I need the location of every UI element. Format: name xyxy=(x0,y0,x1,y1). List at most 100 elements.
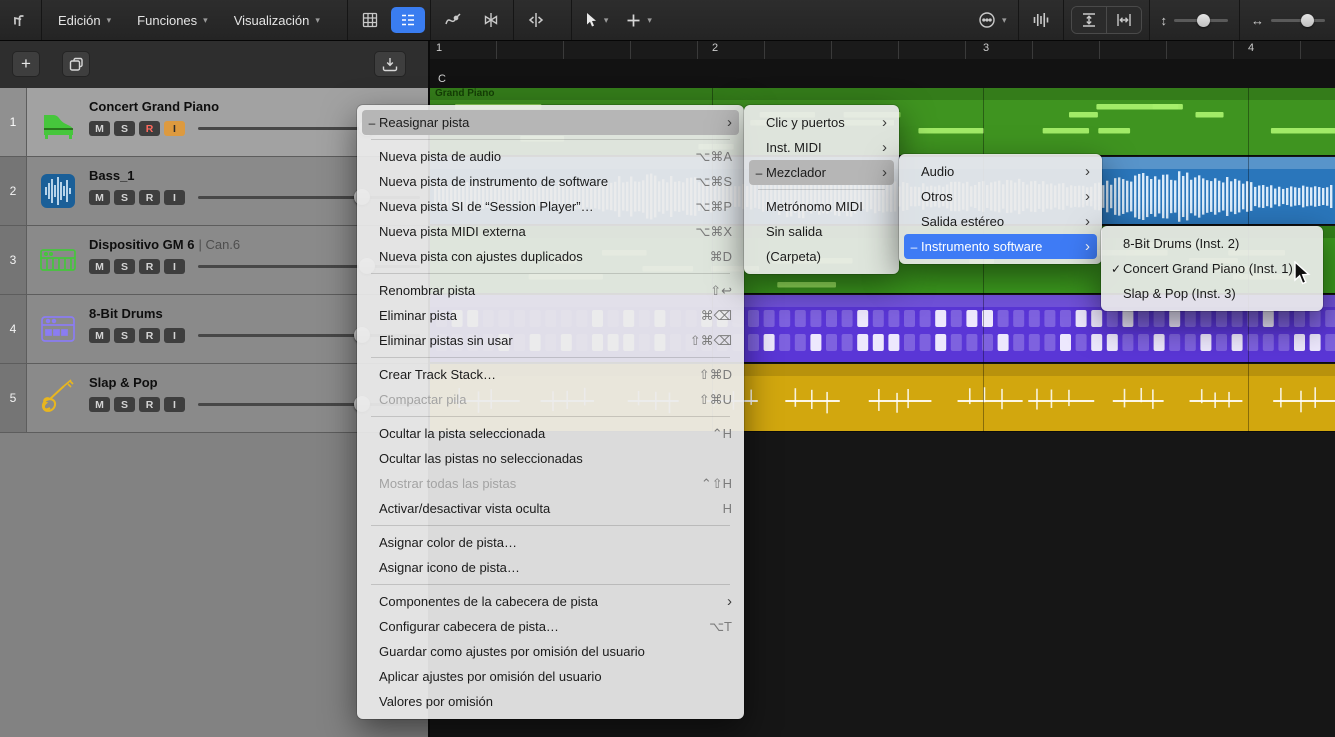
menu-item[interactable]: Crear Track Stack…⇧⌘D xyxy=(362,362,739,387)
mute-button[interactable]: M xyxy=(89,397,110,412)
menu-item-label: Inst. MIDI xyxy=(766,140,872,155)
track-channel-detail: | Can.6 xyxy=(198,237,240,252)
menu-item[interactable]: –Mezclador› xyxy=(749,160,894,185)
waveform-zoom-icon[interactable] xyxy=(1024,7,1058,33)
menu-item[interactable]: Nueva pista de audio⌥⌘A xyxy=(362,144,739,169)
menu-item[interactable]: Ocultar la pista seleccionada⌃H xyxy=(362,421,739,446)
menu-item[interactable]: (Carpeta) xyxy=(749,244,894,269)
solo-button[interactable]: S xyxy=(114,121,135,136)
menu-item[interactable]: Metrónomo MIDI xyxy=(749,194,894,219)
duplicate-track-button[interactable] xyxy=(62,51,90,77)
menu-item[interactable]: ✓Concert Grand Piano (Inst. 1) xyxy=(1106,256,1318,281)
menu-item[interactable]: Componentes de la cabecera de pista› xyxy=(362,589,739,614)
menu-item-label: Valores por omisión xyxy=(379,694,732,709)
bar-number: 3 xyxy=(983,42,989,54)
menu-item[interactable]: Otros› xyxy=(904,184,1097,209)
menu-item[interactable]: Activar/desactivar vista ocultaH xyxy=(362,496,739,521)
track-context-menu: –Reasignar pista› Nueva pista de audio⌥⌘A… xyxy=(357,105,744,719)
toolbar-divider xyxy=(1239,0,1240,40)
menu-item[interactable]: Nueva pista con ajustes duplicados⌘D xyxy=(362,244,739,269)
flex-icon[interactable] xyxy=(474,7,508,33)
input-monitor-button[interactable]: I xyxy=(164,190,185,205)
menu-item[interactable]: Clic y puertos› xyxy=(749,110,894,135)
vertical-auto-zoom-icon[interactable] xyxy=(1072,7,1106,33)
solo-button[interactable]: S xyxy=(114,397,135,412)
dash-state-icon: – xyxy=(365,116,379,130)
submenu-chevron-icon: › xyxy=(727,115,732,130)
menu-item[interactable]: Ocultar las pistas no seleccionadas xyxy=(362,446,739,471)
functions-menu-button[interactable]: Funciones ▾ xyxy=(124,0,221,40)
menu-item[interactable]: Guardar como ajustes por omisión del usu… xyxy=(362,639,739,664)
menu-item[interactable]: Salida estéreo› xyxy=(904,209,1097,234)
toolbar-divider xyxy=(430,0,431,40)
grid-view-icon[interactable] xyxy=(353,7,387,33)
menu-item[interactable]: Audio› xyxy=(904,159,1097,184)
menu-item[interactable]: Nueva pista MIDI externa⌥⌘X xyxy=(362,219,739,244)
input-monitor-button[interactable]: I xyxy=(164,328,185,343)
record-enable-button[interactable]: R xyxy=(139,190,160,205)
pointer-tool-dropdown[interactable]: ▾ xyxy=(575,0,618,40)
add-track-button[interactable]: + xyxy=(12,51,40,77)
solo-button[interactable]: S xyxy=(114,328,135,343)
mute-button[interactable]: M xyxy=(89,190,110,205)
automation-draw-icon[interactable] xyxy=(436,7,470,33)
submenu-chevron-icon: › xyxy=(1085,164,1090,179)
menu-item[interactable]: Aplicar ajustes por omisión del usuario xyxy=(362,664,739,689)
menu-item[interactable]: Nueva pista de instrumento de software⌥⌘… xyxy=(362,169,739,194)
vertical-zoom-slider[interactable] xyxy=(1174,19,1228,22)
menu-item-label: Aplicar ajustes por omisión del usuario xyxy=(379,669,732,684)
menu-item[interactable]: Renombrar pista⇧↩ xyxy=(362,278,739,303)
menu-item-label: Compactar pila xyxy=(379,392,691,407)
horizontal-zoom-slider[interactable] xyxy=(1271,19,1325,22)
solo-button[interactable]: S xyxy=(114,259,135,274)
mute-button[interactable]: M xyxy=(89,259,110,274)
bar-ruler[interactable]: 1234 xyxy=(430,40,1335,60)
vertical-zoom-knob[interactable] xyxy=(1197,14,1210,27)
split-region-icon[interactable] xyxy=(519,7,553,33)
vertical-zoom-icon: ↕ xyxy=(1161,13,1168,28)
menu-item[interactable]: –Instrumento software› xyxy=(904,234,1097,259)
menu-item[interactable]: Nueva pista SI de “Session Player”…⌥⌘P xyxy=(362,194,739,219)
horizontal-auto-zoom-icon[interactable] xyxy=(1106,7,1141,33)
secondary-ruler[interactable]: C xyxy=(430,59,1335,89)
menu-item[interactable]: Sin salida xyxy=(749,219,894,244)
hide-track-header-button[interactable] xyxy=(374,51,406,77)
menu-item[interactable]: Asignar color de pista… xyxy=(362,530,739,555)
list-view-icon[interactable] xyxy=(391,7,425,33)
horizontal-zoom-knob[interactable] xyxy=(1301,14,1314,27)
record-enable-button[interactable]: R xyxy=(139,259,160,274)
menu-item[interactable]: 8-Bit Drums (Inst. 2) xyxy=(1106,231,1318,256)
menu-item[interactable]: Configurar cabecera de pista…⌥T xyxy=(362,614,739,639)
menu-shortcut: ⌥⌘P xyxy=(695,199,732,215)
solo-button[interactable]: S xyxy=(114,190,135,205)
menu-item[interactable]: Asignar icono de pista… xyxy=(362,555,739,580)
midi-status-dropdown[interactable]: ▾ xyxy=(970,0,1015,40)
record-enable-button[interactable]: R xyxy=(139,328,160,343)
submenu-chevron-icon: › xyxy=(882,115,887,130)
track-number: 5 xyxy=(0,364,27,432)
toolbar-divider xyxy=(347,0,348,40)
menu-item[interactable]: Eliminar pistas sin usar⇧⌘⌫ xyxy=(362,328,739,353)
crosshair-tool-dropdown[interactable]: ▾ xyxy=(617,0,661,40)
horizontal-zoom-icon: ↔ xyxy=(1251,13,1264,28)
menu-item[interactable]: Slap & Pop (Inst. 3) xyxy=(1106,281,1318,306)
mute-button[interactable]: M xyxy=(89,328,110,343)
menu-item-label: Guardar como ajustes por omisión del usu… xyxy=(379,644,732,659)
input-monitor-button[interactable]: I xyxy=(164,121,185,136)
edit-menu-button[interactable]: Edición ▾ xyxy=(45,0,124,40)
record-enable-button[interactable]: R xyxy=(139,121,160,136)
menu-item[interactable]: Eliminar pista⌘⌫ xyxy=(362,303,739,328)
submenu-chevron-icon: › xyxy=(727,594,732,609)
input-monitor-button[interactable]: I xyxy=(164,259,185,274)
back-arrow-icon[interactable] xyxy=(2,7,36,33)
menu-item[interactable]: –Reasignar pista› xyxy=(362,110,739,135)
toolbar: Edición ▾ Funciones ▾ Visualización ▾ xyxy=(0,0,1335,41)
menu-shortcut: ⌥⌘A xyxy=(695,149,732,165)
menu-item[interactable]: Inst. MIDI› xyxy=(749,135,894,160)
input-monitor-button[interactable]: I xyxy=(164,397,185,412)
mute-button[interactable]: M xyxy=(89,121,110,136)
view-menu-button[interactable]: Visualización ▾ xyxy=(221,0,333,40)
menu-item[interactable]: Valores por omisión xyxy=(362,689,739,714)
menu-item: Mostrar todas las pistas⌃⇧H xyxy=(362,471,739,496)
record-enable-button[interactable]: R xyxy=(139,397,160,412)
